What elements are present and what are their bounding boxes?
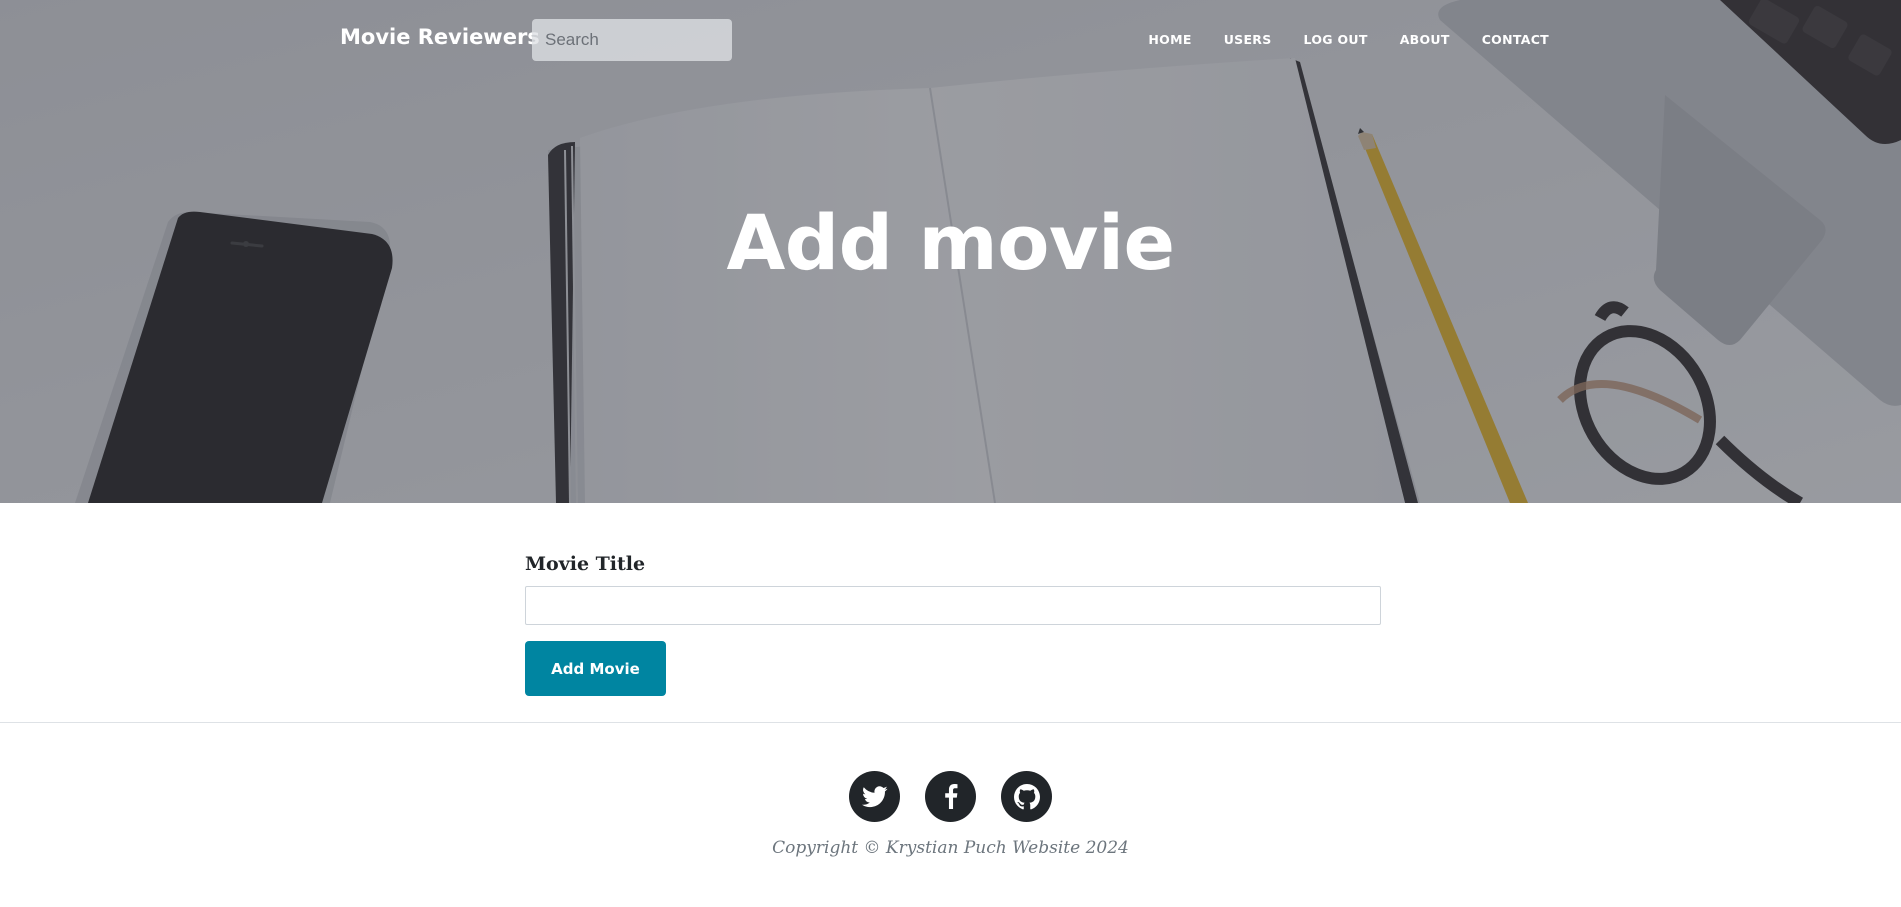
page-title: Add movie	[726, 198, 1175, 287]
facebook-icon	[944, 784, 957, 809]
nav-link-contact[interactable]: CONTACT	[1482, 32, 1549, 47]
movie-title-label: Movie Title	[525, 553, 646, 575]
nav-link-log-out[interactable]: LOG OUT	[1304, 32, 1368, 47]
github-button[interactable]	[1001, 771, 1052, 822]
social-links	[0, 771, 1901, 822]
github-icon	[1013, 783, 1040, 809]
copyright-text: Copyright © Krystian Puch Website 2024	[772, 838, 1129, 858]
hero-banner: Movie Reviewers HOME USERS LOG OUT ABOUT…	[0, 0, 1901, 503]
nav-link-about[interactable]: ABOUT	[1400, 32, 1450, 47]
footer-divider	[0, 722, 1901, 723]
nav-links: HOME USERS LOG OUT ABOUT CONTACT	[1148, 32, 1549, 47]
navbar: Movie Reviewers HOME USERS LOG OUT ABOUT…	[0, 0, 1901, 80]
add-movie-form: Movie Title Add Movie	[525, 553, 1381, 696]
nav-link-users[interactable]: USERS	[1224, 32, 1272, 47]
brand-link[interactable]: Movie Reviewers	[340, 25, 540, 49]
movie-title-input[interactable]	[525, 586, 1381, 625]
facebook-button[interactable]	[925, 771, 976, 822]
twitter-button[interactable]	[849, 771, 900, 822]
twitter-icon	[861, 785, 888, 807]
add-movie-button[interactable]: Add Movie	[525, 641, 666, 696]
search-input[interactable]	[532, 19, 732, 61]
nav-link-home[interactable]: HOME	[1148, 32, 1191, 47]
